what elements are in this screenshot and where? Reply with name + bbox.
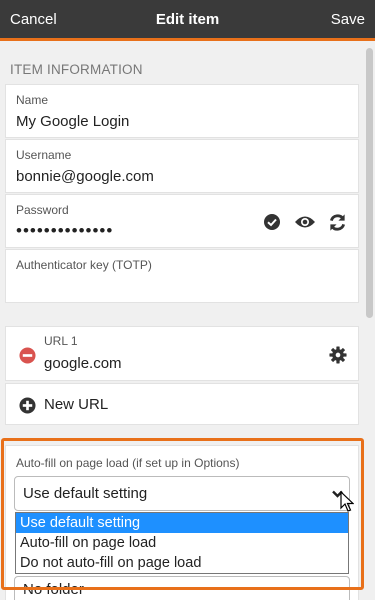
autofill-select[interactable]: Use default setting (14, 476, 350, 511)
eye-icon[interactable] (293, 212, 317, 232)
autofill-option-autofill[interactable]: Auto-fill on page load (16, 533, 348, 553)
folder-select[interactable]: No folder (14, 576, 350, 600)
section-title-item-information: ITEM INFORMATION (10, 62, 143, 77)
check-circle-icon[interactable] (262, 212, 282, 232)
cancel-button[interactable]: Cancel (10, 11, 57, 28)
autofill-selected-value: Use default setting (23, 485, 148, 502)
cursor-icon (339, 490, 355, 514)
url1-value[interactable]: google.com (44, 355, 122, 372)
totp-label: Authenticator key (TOTP) (16, 258, 152, 272)
folder-value: No folder (23, 581, 84, 598)
minus-circle-icon[interactable] (18, 346, 36, 364)
autofill-label: Auto-fill on page load (if set up in Opt… (16, 456, 240, 470)
password-label: Password (16, 203, 69, 217)
username-field[interactable]: Username bonnie@google.com (5, 139, 359, 193)
plus-circle-icon (18, 396, 36, 414)
password-value[interactable]: •••••••••••••• (16, 221, 113, 241)
totp-field[interactable]: Authenticator key (TOTP) (5, 249, 359, 303)
password-field[interactable]: Password •••••••••••••• (5, 194, 359, 248)
new-url-button[interactable]: New URL (5, 383, 359, 425)
name-label: Name (16, 93, 49, 107)
autofill-dropdown: Use default setting Auto-fill on page lo… (15, 512, 349, 574)
autofill-option-default[interactable]: Use default setting (16, 513, 348, 533)
autofill-option-no-autofill[interactable]: Do not auto-fill on page load (16, 553, 348, 573)
name-field[interactable]: Name My Google Login (5, 84, 359, 138)
username-value[interactable]: bonnie@google.com (16, 168, 154, 185)
scrollbar[interactable] (366, 48, 373, 318)
url1-label: URL 1 (44, 334, 78, 348)
header-bar: Cancel Edit item Save (0, 0, 375, 41)
refresh-icon[interactable] (326, 211, 348, 233)
username-label: Username (16, 148, 72, 162)
gear-icon[interactable] (328, 345, 348, 365)
name-value[interactable]: My Google Login (16, 113, 129, 130)
save-button[interactable]: Save (331, 11, 365, 28)
url1-row[interactable]: URL 1 google.com (5, 326, 359, 381)
new-url-label: New URL (44, 396, 109, 413)
